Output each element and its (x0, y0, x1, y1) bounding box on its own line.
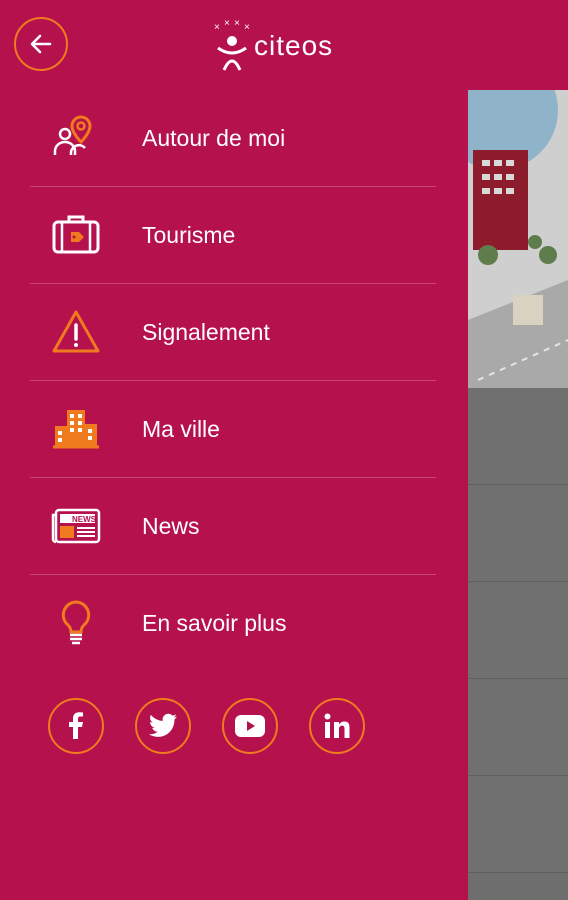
logo-figure-icon: × × × × (214, 18, 250, 71)
menu-item-tourisme[interactable]: Tourisme (30, 187, 436, 284)
menu-item-label: Signalement (142, 318, 270, 345)
background-list-row (468, 388, 568, 485)
menu-item-autour-de-moi[interactable]: Autour de moi (30, 90, 436, 187)
menu-item-en-savoir-plus[interactable]: En savoir plus (30, 575, 436, 671)
twitter-button[interactable] (135, 698, 191, 754)
background-list (468, 388, 568, 900)
back-button[interactable] (14, 17, 68, 71)
menu-item-label: News (142, 512, 200, 539)
svg-text:×: × (224, 18, 230, 29)
suitcase-icon (50, 209, 102, 261)
citeos-logo: × × × × citeos (212, 18, 333, 74)
drawer-menu: Autour de moi Tourisme Signalement Ma vi… (30, 90, 436, 671)
logo-text: citeos (254, 30, 334, 61)
menu-item-ma-ville[interactable]: Ma ville (30, 381, 436, 478)
svg-text:×: × (244, 22, 250, 33)
people-location-icon (50, 112, 102, 164)
youtube-icon (235, 715, 265, 737)
facebook-icon (69, 712, 83, 739)
menu-item-news[interactable]: NEWS News (30, 478, 436, 575)
arrow-left-icon (30, 34, 52, 54)
background-list-row (468, 776, 568, 873)
linkedin-button[interactable] (309, 698, 365, 754)
svg-text:NEWS: NEWS (72, 515, 97, 524)
menu-item-label: En savoir plus (142, 609, 287, 636)
menu-item-signalement[interactable]: Signalement (30, 284, 436, 381)
menu-item-label: Ma ville (142, 415, 220, 442)
background-list-row (468, 582, 568, 679)
newspaper-icon: NEWS (50, 500, 102, 552)
background-list-row (468, 485, 568, 582)
warning-icon (50, 306, 102, 358)
buildings-icon (50, 403, 102, 455)
background-hero-image (468, 90, 568, 388)
linkedin-icon (324, 713, 350, 738)
background-list-row (468, 679, 568, 776)
youtube-button[interactable] (222, 698, 278, 754)
social-links (48, 698, 365, 754)
svg-text:×: × (214, 22, 220, 33)
facebook-button[interactable] (48, 698, 104, 754)
svg-text:×: × (234, 18, 240, 29)
lightbulb-icon (50, 597, 102, 649)
twitter-icon (149, 713, 177, 737)
menu-item-label: Tourisme (142, 221, 236, 248)
menu-item-label: Autour de moi (142, 124, 286, 151)
top-bar: × × × × citeos (0, 0, 568, 90)
